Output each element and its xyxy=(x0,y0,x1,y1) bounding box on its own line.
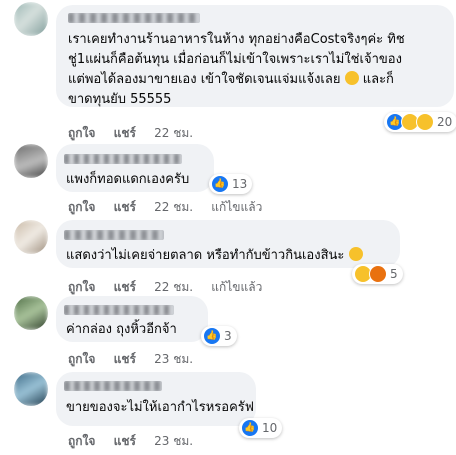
reply-link[interactable]: แชร์ xyxy=(114,434,136,448)
comment-text-line: ชู่1แผ่นก็คือต้นทุน เมื่อก่อนก็ไม่เข้าใจ… xyxy=(68,52,402,67)
avatar[interactable] xyxy=(14,220,48,254)
comment-actions: ถูกใจ แชร์ 22 ชม. แก้ไขแล้ว xyxy=(68,198,276,217)
reply-link[interactable]: แชร์ xyxy=(114,280,136,294)
comment-text-line: ขาดทุนยับ 55555 xyxy=(68,92,172,107)
reaction-summary[interactable]: 👍 13 xyxy=(209,174,253,194)
avatar[interactable] xyxy=(14,2,48,36)
avatar[interactable] xyxy=(14,372,48,406)
like-link[interactable]: ถูกใจ xyxy=(68,126,95,140)
thumbs-up-icon: 👍 xyxy=(203,327,221,345)
comment-text-line: ขายของจะไม่ให้เอากำไรหรอครัฟ xyxy=(66,400,254,415)
comment-text-line: เราเคยทำงานร้านอาหารในห้าง ทุกอย่างคือCo… xyxy=(68,32,405,47)
reply-link[interactable]: แชร์ xyxy=(114,126,136,140)
timestamp[interactable]: 22 ชม. xyxy=(154,280,193,294)
commenter-name[interactable] xyxy=(64,230,164,240)
comment-actions: ถูกใจ แชร์ 23 ชม. xyxy=(68,432,207,451)
like-link[interactable]: ถูกใจ xyxy=(68,280,95,294)
reply-link[interactable]: แชร์ xyxy=(114,352,136,366)
comment-actions: ถูกใจ แชร์ 22 ชม. xyxy=(68,124,207,143)
comment-text-fragment: แสดงว่าไม่เคยจ่ายตลาด หรือทำกับข้าวกินเอ… xyxy=(66,248,345,263)
commenter-name[interactable] xyxy=(68,13,200,23)
commenter-name[interactable] xyxy=(64,305,174,315)
reaction-summary[interactable]: 👍 3 xyxy=(201,326,237,346)
reaction-count: 20 xyxy=(437,115,453,129)
comment-text-fragment: และก็ xyxy=(362,72,394,87)
comment-text-line: แต่พอได้ลองมาขายเอง เข้าใจชัดเจนแจ่มแจ้ง… xyxy=(68,70,394,90)
thumbs-up-icon: 👍 xyxy=(211,175,229,193)
comment-actions: ถูกใจ แชร์ 22 ชม. แก้ไขแล้ว xyxy=(68,278,276,297)
reply-link[interactable]: แชร์ xyxy=(114,200,136,214)
edited-label[interactable]: แก้ไขแล้ว xyxy=(211,280,262,294)
commenter-name[interactable] xyxy=(64,154,182,164)
commenter-name[interactable] xyxy=(64,381,162,391)
reaction-summary[interactable]: 5 xyxy=(352,264,403,284)
smirk-emoji-icon xyxy=(348,247,363,261)
reaction-count: 3 xyxy=(224,329,232,343)
comment-text-line: แสดงว่าไม่เคยจ่ายตลาด หรือทำกับข้าวกินเอ… xyxy=(66,246,363,266)
avatar[interactable] xyxy=(14,296,48,330)
avatar[interactable] xyxy=(14,144,48,178)
reaction-count: 5 xyxy=(390,267,398,281)
comment-text-fragment: แต่พอได้ลองมาขายเอง เข้าใจชัดเจนแจ่มแจ้ง… xyxy=(68,72,341,87)
timestamp[interactable]: 23 ชม. xyxy=(154,434,193,448)
reaction-count: 13 xyxy=(232,177,248,191)
like-link[interactable]: ถูกใจ xyxy=(68,352,95,366)
timestamp[interactable]: 22 ชม. xyxy=(154,200,193,214)
sad-emoji-icon xyxy=(416,113,434,131)
reaction-summary[interactable]: 👍 20 xyxy=(384,112,456,132)
timestamp[interactable]: 22 ชม. xyxy=(154,126,193,140)
comment-text-line: ค่ากล่อง ถุงหิ้วอีกจ้า xyxy=(66,322,177,337)
like-link[interactable]: ถูกใจ xyxy=(68,434,95,448)
comment-actions: ถูกใจ แชร์ 23 ชม. xyxy=(68,350,207,369)
angry-emoji-icon xyxy=(369,265,387,283)
reaction-summary[interactable]: 👍 10 xyxy=(239,418,283,438)
edited-label[interactable]: แก้ไขแล้ว xyxy=(211,200,262,214)
thumbs-up-icon: 👍 xyxy=(241,419,259,437)
comment-text-line: แพงก็ทอดแดกเองครับ xyxy=(66,172,190,187)
like-link[interactable]: ถูกใจ xyxy=(68,200,95,214)
timestamp[interactable]: 23 ชม. xyxy=(154,352,193,366)
reaction-count: 10 xyxy=(262,421,278,435)
laughing-emoji-icon xyxy=(344,71,359,85)
